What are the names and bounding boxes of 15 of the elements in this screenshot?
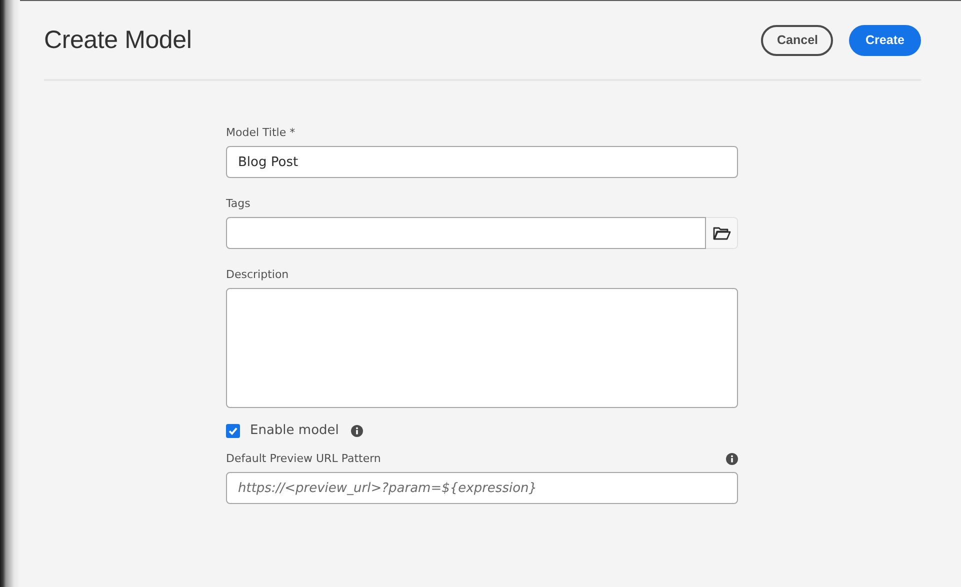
tags-field[interactable] (226, 217, 706, 249)
field-label: Description (226, 268, 289, 281)
text-field[interactable]: Blog Post (226, 146, 738, 178)
browse-button[interactable] (706, 217, 738, 249)
field-label: Model Title * (226, 126, 296, 139)
folder-icon (712, 226, 730, 240)
field-label: Tags (226, 197, 250, 210)
page-title: Create Model (44, 26, 192, 54)
cancel-button[interactable]: Cancel (761, 24, 833, 56)
text-field[interactable]: https://<preview_url>?param=${expression} (226, 472, 738, 504)
field-label: Default Preview URL Pattern (226, 452, 381, 465)
create-button[interactable]: Create (849, 24, 921, 56)
description-field[interactable] (226, 288, 738, 408)
checkbox[interactable] (226, 424, 240, 438)
checkbox-label: Enable model (250, 423, 339, 438)
